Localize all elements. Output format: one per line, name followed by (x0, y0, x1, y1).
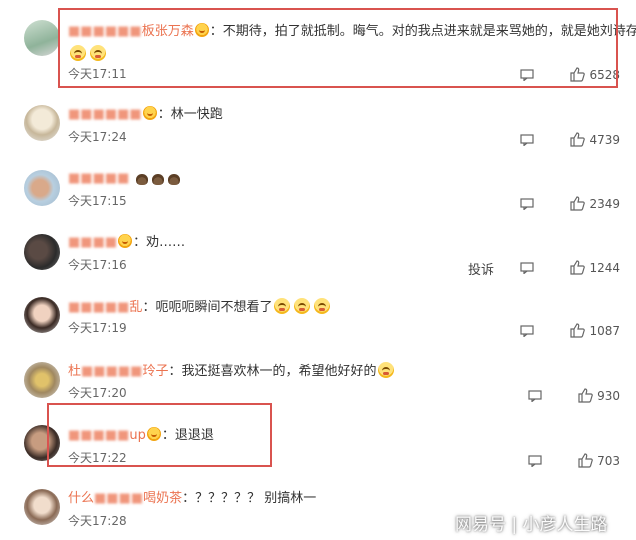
like-count: 1244 (589, 260, 620, 275)
emoji-icon (167, 174, 180, 185)
like-count: 4739 (589, 132, 620, 147)
like-count: 1087 (589, 323, 620, 338)
comment-line: ■■■■ ：劝…… (68, 234, 185, 252)
thumbs-up-icon[interactable] (570, 323, 586, 338)
timestamp: 今天17:19 (68, 321, 127, 335)
comment-line: ■■■■■乱：呃呃呃瞬间不想看了 (68, 298, 332, 317)
like-count: 703 (597, 453, 620, 468)
vip-badge-icon (118, 234, 133, 248)
thumbs-up-icon[interactable] (570, 196, 586, 211)
emoji-icon (378, 362, 395, 378)
emoji-icon (314, 298, 331, 314)
thumbs-up-icon[interactable] (578, 388, 593, 403)
highlight-box (58, 8, 618, 88)
comment-line: ■■■■■■ ：林一快跑 (68, 106, 223, 124)
username[interactable]: 乱 (129, 300, 142, 315)
like-count: 2349 (589, 196, 620, 211)
comment-icon[interactable] (520, 261, 535, 274)
username[interactable]: 杜 (68, 364, 81, 379)
comment-icon[interactable] (528, 454, 542, 467)
username-blurred[interactable]: ■■■■■ (68, 300, 129, 315)
timestamp: 今天17:15 (68, 194, 127, 208)
comment-actions: 1244 (520, 260, 620, 275)
timestamp: 今天17:20 (68, 386, 127, 400)
avatar[interactable] (24, 234, 60, 270)
comment-text: ：？？？？？ 别搞林一 (182, 491, 317, 506)
thumbs-up-icon[interactable] (570, 132, 586, 147)
comment-actions: 2349 (520, 196, 620, 211)
watermark: 网易号 | 小彦人生路 (455, 515, 608, 535)
comment-actions: 4739 (520, 132, 620, 147)
comment-icon[interactable] (520, 197, 535, 210)
avatar[interactable] (24, 105, 60, 141)
thumbs-up-icon[interactable] (578, 453, 593, 468)
emoji-icon (294, 298, 311, 314)
comment-icon[interactable] (520, 133, 535, 146)
avatar[interactable] (24, 20, 60, 56)
comment-line: ■■■■■ (68, 170, 182, 188)
timestamp: 今天17:24 (68, 130, 127, 144)
username-blurred[interactable]: ■■■■■ (68, 171, 129, 186)
avatar[interactable] (24, 297, 60, 333)
vip-badge-icon (142, 106, 157, 120)
username-blurred[interactable]: ■■■■ (94, 491, 143, 506)
highlight-box (47, 403, 272, 467)
username-blurred[interactable]: ■■■■ (68, 235, 117, 250)
comment-icon[interactable] (528, 389, 542, 402)
timestamp: 今天17:16 (68, 258, 127, 272)
username-blurred[interactable]: ■■■■■■ (68, 107, 142, 122)
username-suffix[interactable]: 喝奶茶 (143, 491, 182, 506)
thumbs-up-icon[interactable] (570, 260, 586, 275)
like-count: 930 (597, 388, 620, 403)
comment-line: 什么■■■■喝奶茶：？？？？？ 别搞林一 (68, 490, 316, 508)
emoji-icon (135, 174, 148, 185)
avatar[interactable] (24, 170, 60, 206)
comment-text: ：呃呃呃瞬间不想看了 (142, 300, 273, 315)
avatar[interactable] (24, 362, 60, 398)
emoji-icon (274, 298, 291, 314)
comment-text: ：劝…… (133, 235, 186, 250)
comment-text: ：林一快跑 (157, 107, 223, 122)
avatar[interactable] (24, 489, 60, 525)
username-suffix[interactable]: 玲子 (142, 364, 168, 379)
comment-actions: 930 (528, 388, 620, 403)
comment-icon[interactable] (520, 324, 535, 337)
timestamp: 今天17:28 (68, 514, 127, 528)
report-button[interactable]: 投诉 (468, 259, 494, 278)
comment-text: ：我还挺喜欢林一的，希望他好好的 (168, 364, 377, 379)
comment-actions: 1087 (520, 323, 620, 338)
emoji-icon (151, 174, 164, 185)
username-blurred[interactable]: ■■■■■ (81, 364, 142, 379)
username[interactable]: 什么 (68, 491, 94, 506)
comment-actions: 703 (528, 453, 620, 468)
comment-line: 杜■■■■■玲子：我还挺喜欢林一的，希望他好好的 (68, 362, 396, 381)
